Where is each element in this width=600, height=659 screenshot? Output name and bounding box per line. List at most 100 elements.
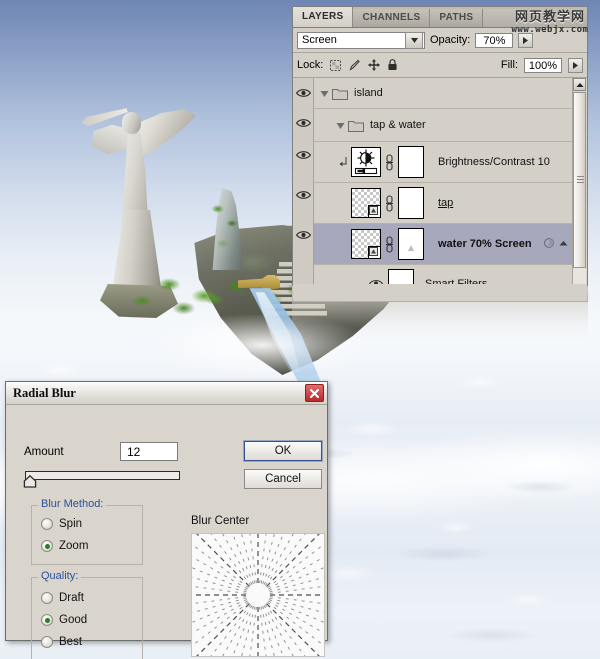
fill-stepper-icon[interactable] — [568, 57, 583, 73]
radio-option-best[interactable]: Best — [32, 631, 142, 653]
blur-center-zoom-pattern-icon — [192, 534, 324, 656]
collapse-filters-icon[interactable] — [559, 238, 568, 250]
radio-option-good[interactable]: Good — [32, 609, 142, 631]
visibility-toggle-tap-water[interactable] — [295, 108, 311, 138]
layer-mask-thumbnail[interactable] — [398, 228, 424, 260]
layer-rows: island tap & water Brightness/Contrast 1… — [314, 78, 573, 284]
lock-transparent-pixels-icon[interactable] — [329, 59, 342, 72]
dialog-title: Radial Blur — [13, 385, 76, 400]
scrollbar-track[interactable] — [573, 92, 586, 284]
lock-label: Lock: — [297, 59, 324, 71]
radio-option-draft[interactable]: Draft — [32, 587, 142, 609]
layer-name-island: island — [354, 87, 383, 99]
scroll-up-icon[interactable] — [573, 78, 586, 91]
layer-row-smart-filters[interactable]: Smart Filters — [314, 265, 573, 284]
scrollbar-thumb[interactable] — [573, 92, 586, 268]
radio-icon-good[interactable] — [41, 614, 53, 626]
blur-center-label: Blur Center — [191, 515, 250, 527]
layer-name-smart-filters: Smart Filters — [425, 278, 488, 284]
smart-object-badge-icon — [368, 246, 381, 259]
radio-label-spin: Spin — [59, 518, 83, 530]
radio-icon-draft[interactable] — [41, 592, 53, 604]
radio-label-draft: Draft — [59, 592, 84, 604]
layer-thumbnail-tap[interactable] — [351, 188, 381, 218]
quality-group: Quality: Draft Good Best — [31, 570, 143, 659]
lock-position-icon[interactable] — [367, 59, 380, 72]
link-mask-icon[interactable] — [385, 236, 394, 253]
layer-name-tap: tap — [438, 197, 454, 209]
amount-slider-thumb[interactable] — [23, 474, 37, 488]
layer-row-tap[interactable]: tap — [314, 183, 573, 224]
layer-name-water: water 70% Screen — [438, 238, 532, 250]
close-icon[interactable] — [305, 384, 324, 402]
layer-row-island[interactable]: island — [314, 78, 573, 109]
radio-icon-zoom[interactable] — [41, 540, 53, 552]
amount-label: Amount — [24, 446, 64, 458]
radio-option-spin[interactable]: Spin — [32, 513, 142, 535]
dialog-body: Amount 12 OK Cancel Blur Method: Spin Zo… — [6, 405, 327, 659]
fill-label: Fill: — [500, 59, 518, 71]
chevron-down-icon[interactable] — [405, 31, 423, 49]
radio-label-best: Best — [59, 636, 83, 648]
layer-name-brightness-contrast: Brightness/Contrast 10 — [438, 156, 550, 168]
visibility-toggle-water[interactable] — [295, 220, 311, 250]
smart-object-badge-icon — [368, 205, 381, 218]
dialog-title-bar[interactable]: Radial Blur — [6, 382, 327, 405]
link-mask-icon[interactable] — [385, 154, 394, 171]
layer-row-brightness-contrast[interactable]: Brightness/Contrast 10 — [314, 142, 573, 183]
scrollbar-grip-icon — [577, 176, 584, 184]
radio-label-zoom: Zoom — [59, 540, 89, 552]
blend-mode-select[interactable]: Screen — [297, 31, 425, 49]
layer-mask-thumbnail[interactable] — [398, 146, 424, 178]
radio-label-good: Good — [59, 614, 88, 626]
layers-panel[interactable]: LAYERS CHANNELS PATHS Screen Opacity: 70… — [292, 6, 588, 302]
layer-list[interactable]: island tap & water Brightness/Contrast 1… — [293, 78, 587, 284]
quality-legend: Quality: — [38, 570, 82, 582]
disclosure-triangle-icon[interactable] — [336, 121, 345, 130]
blend-mode-value: Screen — [302, 34, 337, 46]
ok-button[interactable]: OK — [243, 440, 323, 462]
app-window: 网页教学网 www.webjx.com LAYERS CHANNELS PATH… — [0, 0, 600, 659]
tab-layers[interactable]: LAYERS — [293, 7, 354, 27]
layer-thumbnail-water[interactable] — [351, 229, 381, 259]
smart-filter-indicator-icon[interactable] — [543, 237, 555, 252]
visibility-toggle-tap[interactable] — [295, 180, 311, 210]
watermark-url: www.webjx.com — [511, 25, 589, 35]
visibility-toggle-brightness-contrast[interactable] — [295, 140, 311, 170]
radio-icon-best[interactable] — [41, 636, 53, 648]
lock-row: Lock: Fill: 100% — [293, 53, 587, 78]
amount-input[interactable]: 12 — [120, 442, 178, 461]
layer-row-water-selected[interactable]: water 70% Screen — [314, 224, 573, 265]
smart-filters-mask-thumbnail[interactable] — [388, 269, 414, 284]
layer-mask-thumbnail[interactable] — [398, 187, 424, 219]
watermark-title: 网页教学网 — [514, 10, 585, 25]
blur-center-picker[interactable] — [191, 533, 325, 657]
link-mask-icon[interactable] — [385, 195, 394, 212]
layer-list-scrollbar[interactable] — [572, 78, 587, 284]
layer-row-tap-water[interactable]: tap & water — [314, 109, 573, 142]
blur-method-group: Blur Method: Spin Zoom — [31, 498, 143, 565]
disclosure-triangle-icon[interactable] — [320, 89, 329, 98]
fill-input[interactable]: 100% — [524, 57, 562, 73]
radial-blur-dialog[interactable]: Radial Blur Amount 12 OK Cancel Blur Met… — [5, 381, 328, 659]
opacity-label: Opacity: — [430, 34, 471, 46]
tab-paths[interactable]: PATHS — [430, 9, 484, 27]
folder-icon — [348, 119, 364, 132]
amount-slider-track[interactable] — [25, 471, 180, 480]
radio-option-zoom[interactable]: Zoom — [32, 535, 142, 557]
adjustment-thumbnail-brightness-contrast[interactable] — [351, 147, 381, 177]
radio-icon-spin[interactable] — [41, 518, 53, 530]
watermark: 网页教学网 www.webjx.com — [504, 6, 596, 35]
layer-name-tap-water: tap & water — [370, 119, 426, 131]
mist-fog — [150, 300, 430, 390]
cancel-button[interactable]: Cancel — [244, 469, 322, 489]
visibility-toggle-island[interactable] — [295, 78, 311, 108]
clipping-mask-icon — [314, 156, 351, 168]
tab-channels[interactable]: CHANNELS — [353, 9, 431, 27]
angel-statue — [70, 60, 198, 318]
knight-moss — [206, 196, 248, 268]
lock-all-icon[interactable] — [386, 59, 399, 72]
visibility-toggle-smart-filters[interactable] — [368, 279, 384, 284]
folder-icon — [332, 87, 348, 100]
lock-image-pixels-icon[interactable] — [348, 59, 361, 72]
